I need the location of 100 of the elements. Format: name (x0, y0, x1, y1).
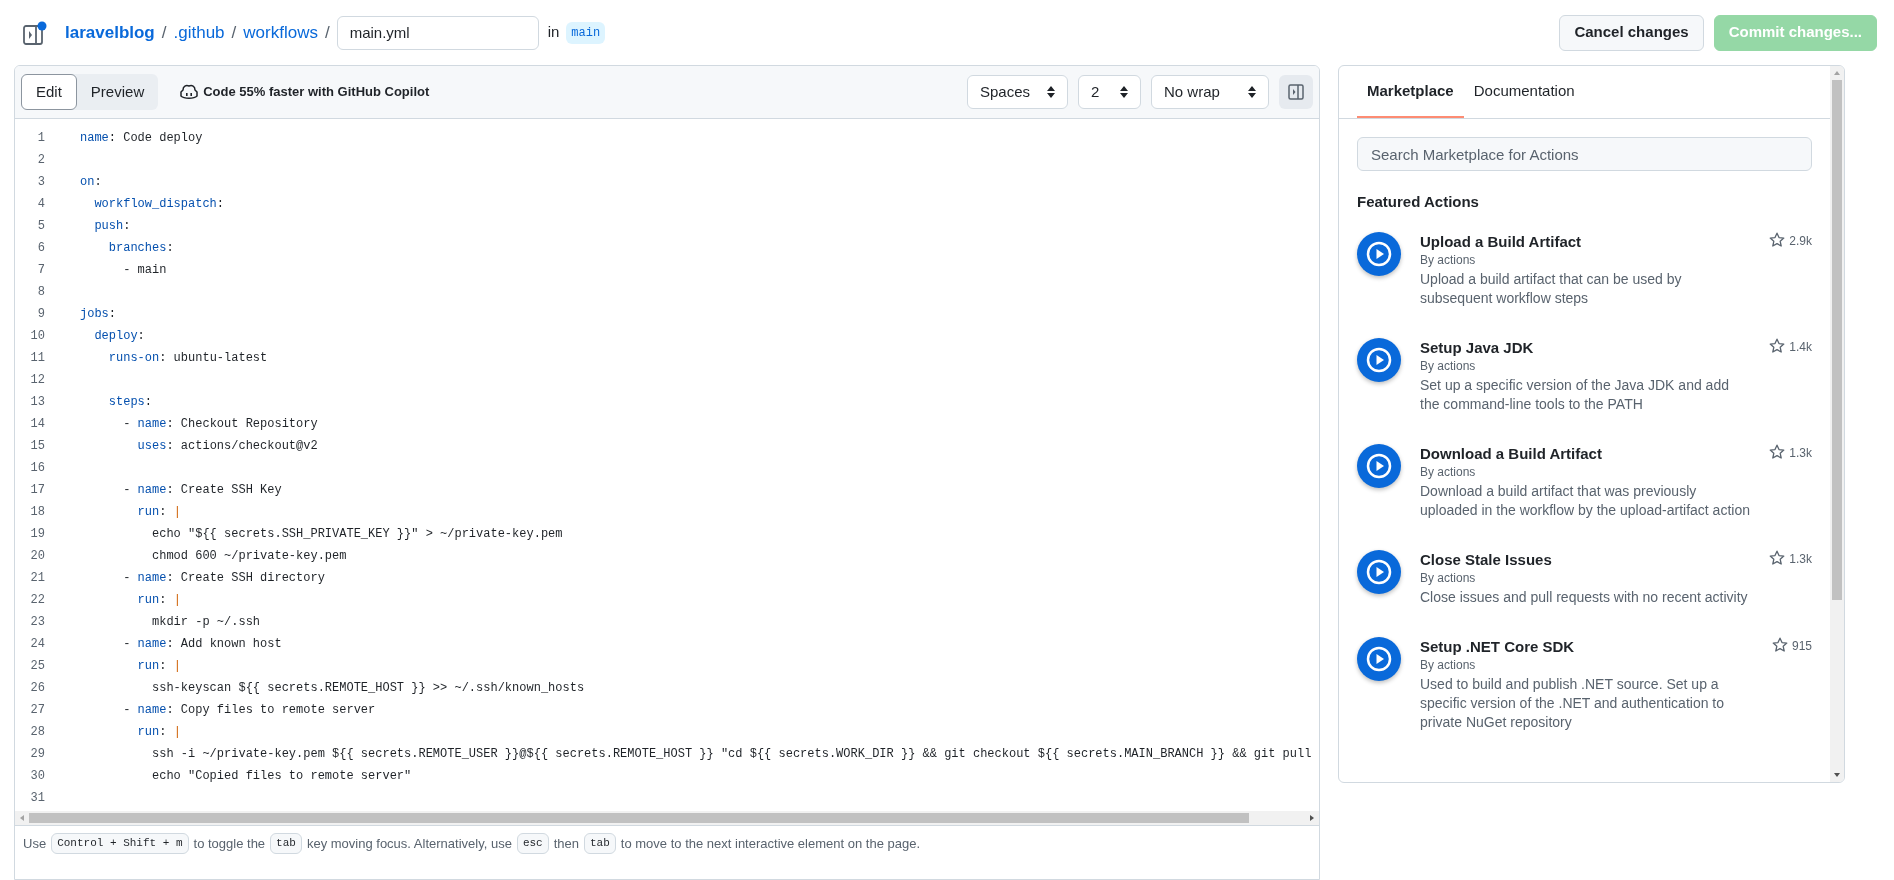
play-icon (1357, 231, 1401, 276)
star-count: 2.9k (1789, 232, 1812, 250)
code-line: uses: actions/checkout@v2 (136, 438, 318, 455)
keyboard-key: tab (270, 833, 302, 854)
code-line: steps: (107, 394, 152, 411)
action-description: Download a build artifact that was previously uploaded in the workflow by the upload-artifact action (1420, 481, 1751, 520)
line-number: 11 (29, 350, 45, 367)
action-author: By actions (1420, 251, 1477, 268)
line-number: 16 (29, 460, 45, 477)
star-icon (1771, 636, 1788, 653)
code-line: deploy: (93, 328, 145, 345)
sort-caret-icon (1120, 86, 1128, 98)
code-line: mkdir -p ~/.ssh (151, 614, 261, 631)
code-line: run: | (136, 724, 181, 741)
play-icon (1357, 636, 1401, 681)
path-separator: / (161, 21, 167, 44)
keyboard-key: esc (516, 833, 549, 854)
star-icon (1769, 231, 1786, 248)
line-number: 30 (29, 768, 45, 785)
branch-label: main (566, 21, 606, 44)
line-number: 18 (29, 504, 45, 521)
line-number: 3 (36, 174, 45, 191)
filename-field[interactable]: main.yml (336, 15, 539, 50)
action-author: By actions (1420, 569, 1477, 586)
hint-text: to toggle the (193, 834, 266, 853)
code-line: - name: Create SSH Key (122, 482, 282, 499)
action-title[interactable]: Setup Java JDK (1420, 337, 1751, 358)
hint-text: then (553, 834, 579, 853)
play-icon (1357, 443, 1401, 488)
line-number: 21 (29, 570, 45, 587)
code-line: - name: Add known host (122, 636, 282, 653)
code-line: ssh -i ~/private-key.pem ${{ secrets.REMOTE_USER }}@${{ secrets.REMOTE_HOST }} "cd ${{ secrets.WORK_DIR }} && git checkout ${{ secrets.MAIN_BRANCH }} && git pull (151, 746, 1312, 763)
line-number: 7 (36, 262, 45, 279)
line-number: 17 (29, 482, 45, 499)
line-number: 28 (29, 724, 45, 741)
keyboard-key: tab (584, 833, 616, 854)
panel-toggle-button[interactable] (1279, 75, 1313, 109)
code-line: push: (93, 218, 131, 235)
hint-text: to move to the next interactive element on the page. (620, 834, 920, 853)
repo-link[interactable]: laravelblog (65, 19, 155, 46)
copilot-promo[interactable]: Code 55% faster with GitHub Copilot (203, 82, 430, 102)
code-line: - name: Create SSH directory (122, 570, 325, 587)
line-number: 5 (36, 218, 45, 235)
horizontal-scrollbar[interactable] (15, 811, 1319, 825)
star-icon (1769, 443, 1786, 460)
hint-text: Use (23, 834, 47, 853)
vertical-scrollbar[interactable] (1830, 66, 1844, 782)
code-line: on: (80, 174, 102, 191)
play-icon (1357, 549, 1401, 594)
star-count: 1.3k (1789, 444, 1812, 462)
line-number: 4 (36, 196, 45, 213)
panel-tab[interactable]: Marketplace (1357, 66, 1464, 118)
section-heading: Featured Actions (1357, 192, 1480, 212)
select-dropdown[interactable]: No wrap (1151, 75, 1269, 109)
side-panel-icon[interactable] (22, 19, 48, 46)
action-title[interactable]: Close Stale Issues (1420, 549, 1751, 570)
action-author: By actions (1420, 656, 1477, 673)
action-title[interactable]: Upload a Build Artifact (1420, 231, 1751, 252)
sort-caret-icon (1047, 86, 1055, 98)
action-title[interactable]: Download a Build Artifact (1420, 443, 1751, 464)
code-line: runs-on: ubuntu-latest (107, 350, 268, 367)
in-label: in (547, 22, 560, 43)
star-icon (1769, 549, 1786, 566)
action-title[interactable]: Setup .NET Core SDK (1420, 636, 1753, 657)
code-line: echo "Copied files to remote server" (151, 768, 412, 785)
copilot-icon (180, 84, 199, 100)
path-separator: / (324, 21, 330, 44)
line-number: 31 (29, 790, 45, 807)
star-icon (1769, 337, 1786, 354)
panel-tab[interactable]: Documentation (1463, 66, 1585, 118)
search-field[interactable]: Search Marketplace for Actions (1357, 137, 1812, 171)
code-line: - name: Copy files to remote server (122, 702, 376, 719)
line-number: 1 (36, 130, 45, 147)
line-number: 19 (29, 526, 45, 543)
cancel-button[interactable]: Cancel changes (1559, 14, 1704, 51)
code-line: branches: (107, 240, 174, 257)
code-line: ssh-keyscan ${{ secrets.REMOTE_HOST }} >> ~/.ssh/known_hosts (151, 680, 585, 697)
line-number: 6 (36, 240, 45, 257)
code-line: - name: Checkout Repository (122, 416, 318, 433)
hint-text: key moving focus. Alternatively, use (306, 834, 512, 853)
code-line: chmod 600 ~/private-key.pem (151, 548, 347, 565)
editor-tab[interactable]: Edit (21, 74, 77, 110)
editor-tab[interactable]: Preview (76, 74, 159, 110)
code-line: run: | (136, 504, 181, 521)
path-link[interactable]: .github (173, 19, 225, 46)
line-number: 10 (29, 328, 45, 345)
select-dropdown[interactable]: 2 (1078, 75, 1141, 109)
line-number: 8 (36, 284, 45, 301)
line-number: 22 (29, 592, 45, 609)
line-number: 9 (36, 306, 45, 323)
code-line: name: Code deploy (80, 130, 203, 147)
path-link[interactable]: workflows (243, 19, 318, 46)
path-separator: / (231, 21, 237, 44)
action-description: Upload a build artifact that can be used by subsequent workflow steps (1420, 269, 1683, 308)
select-dropdown[interactable]: Spaces (967, 75, 1068, 109)
line-number: 20 (29, 548, 45, 565)
star-count: 1.4k (1789, 338, 1812, 356)
line-number: 23 (29, 614, 45, 631)
action-description: Close issues and pull requests with no recent activity (1420, 587, 1749, 607)
line-number: 26 (29, 680, 45, 697)
